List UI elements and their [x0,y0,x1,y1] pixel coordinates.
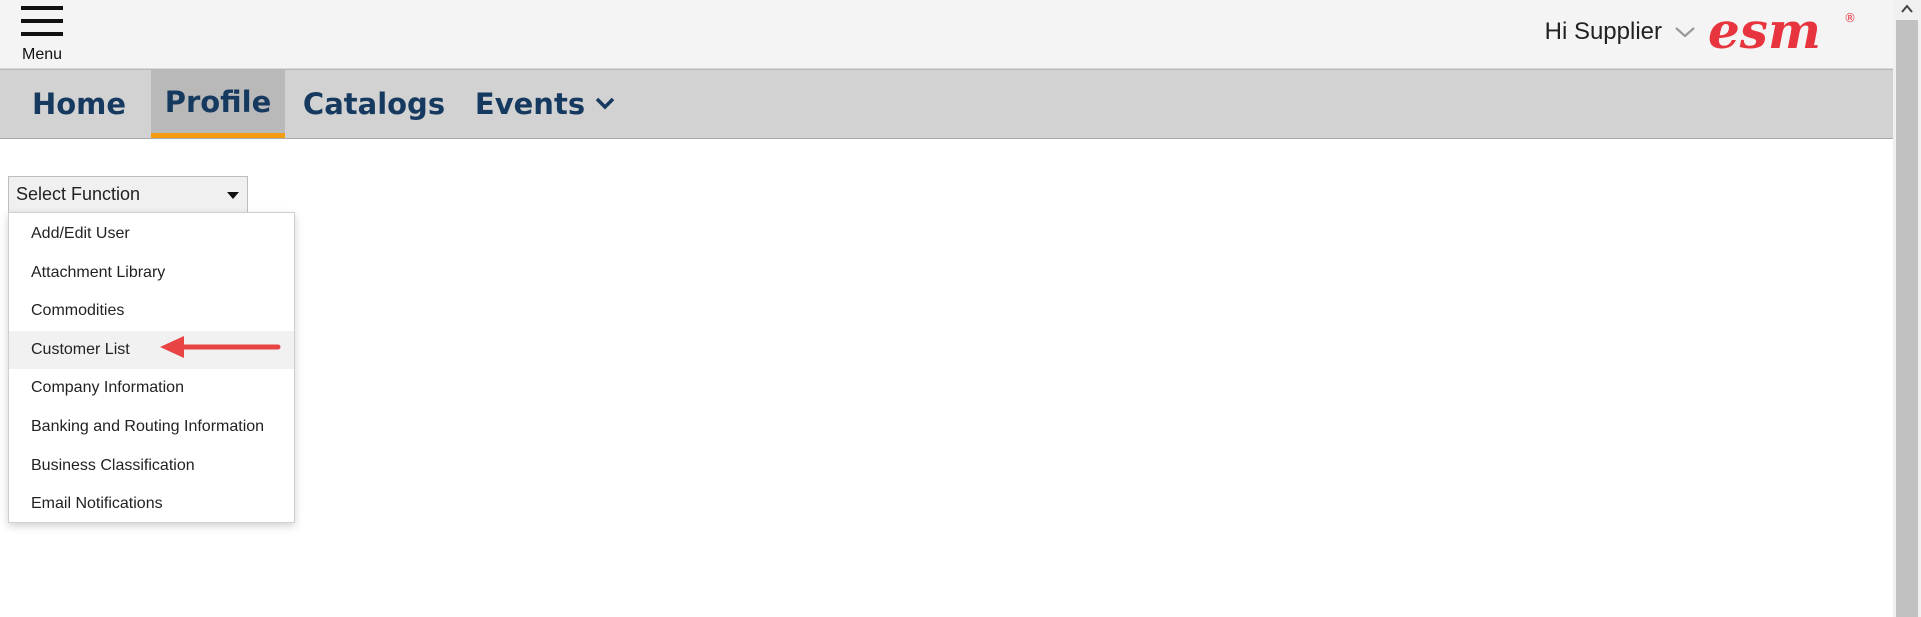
menu-item-email-notifications[interactable]: Email Notifications [9,485,294,523]
nav-catalogs[interactable]: Catalogs [300,70,448,138]
menu-item-attachment-library[interactable]: Attachment Library [9,254,294,292]
scroll-up-button[interactable] [1893,0,1921,18]
nav-profile[interactable]: Profile [151,70,285,138]
nav-home-label: Home [31,87,127,121]
caret-down-icon [227,192,239,199]
esm-logo: esm ® [1708,2,1856,60]
logo-registered-mark: ® [1844,11,1856,25]
menu-item-label: Commodities [31,302,125,319]
menu-item-label: Banking and Routing Information [31,418,265,435]
nav-events[interactable]: Events [470,70,620,138]
menu-item-label: Customer List [31,341,130,358]
user-greeting-dropdown[interactable]: Hi Supplier [1545,18,1696,46]
menu-label: Menu [21,46,63,63]
logo-text: esm [1708,2,1821,60]
chevron-up-icon [1901,4,1913,13]
menu-item-company-information[interactable]: Company Information [9,369,294,407]
select-function-value: Select Function [16,184,141,204]
greeting-text: Hi Supplier [1544,18,1662,45]
menu-item-label: Attachment Library [31,264,166,281]
nav-profile-label: Profile [164,84,272,119]
top-header: Menu Hi Supplier esm ® [0,0,1893,69]
menu-item-banking-routing[interactable]: Banking and Routing Information [9,408,294,446]
nav-home[interactable]: Home [18,70,140,138]
chevron-down-icon [1675,27,1695,38]
menu-item-business-classification[interactable]: Business Classification [9,447,294,485]
menu-item-commodities[interactable]: Commodities [9,292,294,330]
nav-catalogs-label: Catalogs [302,87,446,121]
left-arrow-annotation [160,336,281,358]
menu-item-label: Add/Edit User [31,225,130,242]
menu-item-add-edit-user[interactable]: Add/Edit User [9,215,294,253]
nav-events-label: Events [474,87,586,121]
hamburger-icon [21,6,63,38]
chevron-down-icon [595,97,615,110]
select-function-dropdown[interactable]: Select Function [8,176,248,213]
menu-item-label: Business Classification [31,457,195,474]
scroll-thumb[interactable] [1896,20,1918,617]
menu-item-label: Email Notifications [31,495,163,512]
menu-button[interactable]: Menu [20,4,64,66]
function-dropdown-menu: Add/Edit User Attachment Library Commodi… [8,212,295,523]
menu-item-label: Company Information [31,379,184,396]
vertical-scrollbar[interactable] [1893,0,1921,617]
main-nav: Home Profile Catalogs Events [0,69,1893,139]
